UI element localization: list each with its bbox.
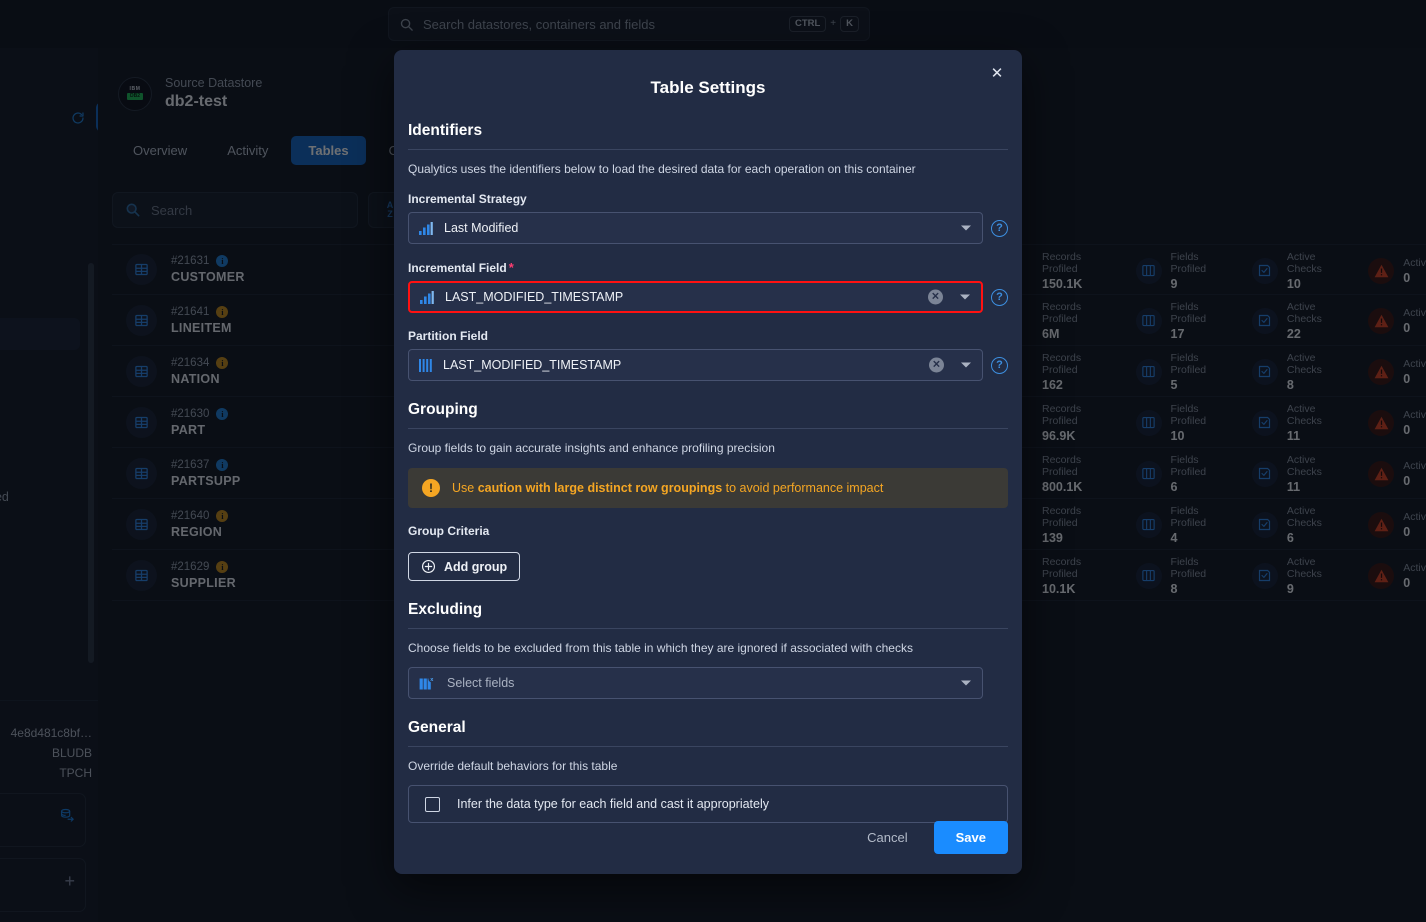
- partition-field-row: LAST_MODIFIED_TIMESTAMP ✕ ?: [408, 349, 1008, 381]
- chevron-down-icon: [961, 680, 971, 686]
- exclude-fields-select[interactable]: x Select fields: [408, 667, 983, 699]
- warning-prefix: Use: [452, 481, 478, 495]
- exclude-fields-placeholder: Select fields: [447, 676, 515, 690]
- help-icon-incremental-field[interactable]: ?: [991, 288, 1008, 306]
- warning-bold: caution with large distinct row grouping…: [477, 481, 723, 495]
- section-rule: [408, 428, 1008, 429]
- chevron-down-icon: [960, 294, 970, 300]
- columns-icon: [419, 358, 432, 372]
- grouping-warning-text: Use caution with large distinct row grou…: [452, 481, 883, 495]
- section-rule: [408, 746, 1008, 747]
- warning-icon: !: [422, 479, 440, 497]
- section-heading-general: General: [408, 719, 466, 736]
- section-rule: [408, 628, 1008, 629]
- help-icon-incremental-strategy[interactable]: ?: [991, 219, 1008, 237]
- add-group-button[interactable]: Add group: [408, 552, 521, 581]
- partition-field-label: Partition Field: [408, 329, 489, 343]
- incremental-strategy-select[interactable]: Last Modified: [408, 212, 983, 244]
- section-heading-identifiers: Identifiers: [408, 122, 483, 139]
- section-rule: [408, 149, 1008, 150]
- help-icon-partition-field[interactable]: ?: [991, 356, 1008, 374]
- warning-suffix: to avoid performance impact: [722, 481, 884, 495]
- save-button[interactable]: Save: [933, 821, 1008, 854]
- excluding-row: x Select fields: [408, 667, 1008, 699]
- bar-chart-icon: [420, 290, 434, 304]
- modal-footer: Cancel Save: [857, 821, 1008, 854]
- excluding-description: Choose fields to be excluded from this t…: [408, 641, 913, 655]
- modal-title: Table Settings: [650, 78, 766, 97]
- chevron-down-icon: [961, 225, 971, 231]
- clear-icon[interactable]: ✕: [928, 289, 943, 305]
- section-heading-excluding: Excluding: [408, 601, 483, 618]
- infer-data-type-row[interactable]: Infer the data type for each field and c…: [408, 785, 1008, 823]
- app-root: Search datastores, containers and fields…: [0, 0, 1426, 922]
- incremental-field-value: LAST_MODIFIED_TIMESTAMP: [445, 290, 624, 304]
- exclude-columns-icon: x: [419, 675, 436, 691]
- incremental-field-label-text: Incremental Field: [408, 261, 507, 275]
- general-description: Override default behaviors for this tabl…: [408, 759, 618, 773]
- incremental-strategy-row: Last Modified ?: [408, 212, 1008, 244]
- grouping-description: Group fields to gain accurate insights a…: [408, 441, 775, 455]
- identifiers-description: Qualytics uses the identifiers below to …: [408, 162, 916, 176]
- grouping-warning-banner: ! Use caution with large distinct row gr…: [408, 468, 1008, 508]
- section-heading-grouping: Grouping: [408, 401, 478, 418]
- add-group-label: Add group: [444, 559, 508, 574]
- partition-field-value: LAST_MODIFIED_TIMESTAMP: [443, 358, 622, 372]
- group-criteria-label: Group Criteria: [408, 524, 490, 538]
- partition-field-select[interactable]: LAST_MODIFIED_TIMESTAMP ✕: [408, 349, 983, 381]
- incremental-field-select[interactable]: LAST_MODIFIED_TIMESTAMP ✕: [408, 281, 983, 313]
- incremental-field-row: LAST_MODIFIED_TIMESTAMP ✕ ?: [408, 281, 1008, 313]
- table-settings-modal: ✕ Table Settings Identifiers Qualytics u…: [394, 50, 1022, 874]
- incremental-field-label: Incremental Field *: [408, 260, 1008, 275]
- chevron-down-icon: [961, 362, 971, 368]
- close-icon[interactable]: ✕: [986, 62, 1008, 84]
- clear-icon[interactable]: ✕: [929, 357, 944, 373]
- modal-body: Identifiers Qualytics uses the identifie…: [394, 98, 1022, 823]
- cancel-button[interactable]: Cancel: [857, 822, 917, 853]
- bar-chart-icon: [419, 221, 433, 235]
- incremental-strategy-label: Incremental Strategy: [408, 192, 527, 206]
- plus-circle-icon: [421, 559, 436, 574]
- infer-data-type-label: Infer the data type for each field and c…: [457, 797, 769, 811]
- required-mark: *: [508, 260, 514, 275]
- infer-data-type-checkbox[interactable]: [425, 796, 440, 812]
- incremental-strategy-value: Last Modified: [444, 221, 519, 235]
